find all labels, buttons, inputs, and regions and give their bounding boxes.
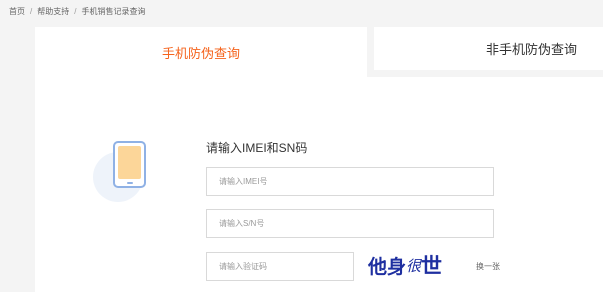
breadcrumb-separator: / — [30, 7, 33, 16]
breadcrumb-home-link[interactable]: 首页 — [9, 7, 25, 16]
breadcrumb-help-link[interactable]: 帮助支持 — [37, 7, 69, 16]
imei-input[interactable] — [206, 167, 494, 196]
breadcrumb: 首页 / 帮助支持 / 手机销售记录查询 — [9, 6, 145, 17]
breadcrumb-separator: / — [74, 7, 77, 16]
captcha-char: 身 — [387, 255, 407, 278]
tab-non-phone-verification[interactable]: 非手机防伪查询 — [374, 27, 603, 70]
captcha-char: 他 — [368, 255, 388, 278]
captcha-input[interactable] — [206, 252, 354, 281]
sn-input[interactable] — [206, 209, 494, 238]
captcha-char: 很 — [406, 256, 422, 275]
form-title: 请输入IMEI和SN码 — [206, 141, 308, 155]
phone-home-bar — [126, 182, 133, 184]
refresh-captcha-link[interactable]: 换一张 — [476, 261, 500, 272]
tab-phone-verification[interactable]: 手机防伪查询 — [35, 27, 367, 77]
mobile-phone-icon — [113, 141, 146, 188]
captcha-char: 世 — [421, 253, 443, 278]
breadcrumb-current: 手机销售记录查询 — [81, 7, 146, 16]
tab-non-phone-verification-label: 非手机防伪查询 — [486, 42, 578, 57]
tab-phone-verification-label: 手机防伪查询 — [161, 45, 240, 61]
phone-screen — [118, 146, 141, 179]
captcha-image[interactable]: 他身很世 — [368, 250, 462, 280]
